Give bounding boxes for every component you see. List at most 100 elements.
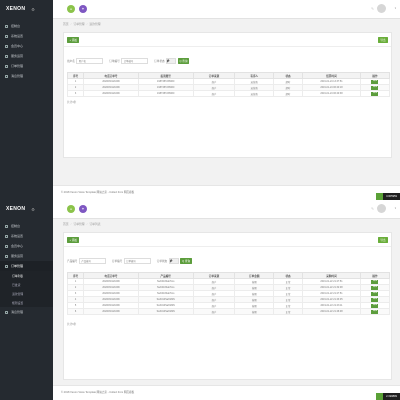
- settings-icon: [5, 34, 8, 38]
- sidebar-item-label: 服务运营: [11, 254, 24, 258]
- table-cell: Swh010SabSMN: [137, 308, 194, 315]
- search-label-order-id: 订单编号: [111, 260, 123, 263]
- dashboard-icon: [5, 224, 8, 228]
- messages-icon: [5, 74, 8, 78]
- edit-button[interactable]: 编辑: [371, 304, 379, 308]
- search-bar: 产品编号 订单编号 订单状态 全部 Q 查询: [67, 258, 193, 264]
- export-button[interactable]: 导出: [377, 237, 388, 243]
- operations-icon: [5, 254, 8, 258]
- edit-button[interactable]: 编辑: [371, 80, 379, 84]
- user-menu-chevron-icon[interactable]: ▾: [395, 207, 396, 210]
- sidebar-subitem-refunds[interactable]: 退款管理: [0, 289, 53, 298]
- gear-icon[interactable]: ⚙: [31, 207, 35, 212]
- breadcrumb-separator: /: [86, 22, 88, 26]
- sidebar-item-label: 订单管理: [11, 64, 24, 68]
- breadcrumb: 首页 / 订单管理 / 订单列表: [63, 222, 101, 226]
- sidebar-item-operations[interactable]: 服务运营: [0, 51, 53, 61]
- search-button[interactable]: Q 查询: [180, 258, 193, 264]
- breadcrumb-home[interactable]: 首页: [63, 22, 69, 26]
- sidebar-item-orders[interactable]: 订单管理: [0, 261, 53, 271]
- breadcrumb: 首页 / 订单管理 / 退款管理: [63, 22, 101, 26]
- sidebar-item-label: 会员中心: [11, 44, 24, 48]
- edit-button[interactable]: 编辑: [371, 86, 379, 90]
- table-cell: 商户: [192, 308, 236, 315]
- sidebar: XENON ⚙ 控制台 系统设置 会员中心 服务运营 订单管理 订单列表 已发货…: [0, 200, 53, 400]
- edit-button[interactable]: 编辑: [371, 286, 379, 290]
- status-select[interactable]: 全部: [166, 58, 177, 64]
- app-icon[interactable]: ✦: [79, 5, 87, 13]
- sidebar-item-orders[interactable]: 订单管理: [0, 61, 53, 71]
- sidebar-item-dashboard[interactable]: 控制台: [0, 21, 53, 31]
- edit-button[interactable]: 编辑: [371, 298, 379, 302]
- edit-button[interactable]: 编辑: [371, 292, 379, 296]
- table-row: 3 2020030121099 1987387236660 商户 运营商 超时 …: [66, 90, 391, 97]
- divider: [64, 246, 391, 247]
- gear-icon[interactable]: ⚙: [31, 7, 35, 12]
- sidebar-item-members[interactable]: 会员中心: [0, 241, 53, 251]
- app-icon[interactable]: ✦: [79, 205, 87, 213]
- breadcrumb-current: 退款管理: [89, 22, 101, 26]
- breadcrumb-orders[interactable]: 订单管理: [73, 22, 84, 26]
- add-button[interactable]: + 添加: [67, 37, 80, 43]
- user-menu-chevron-icon[interactable]: ▾: [395, 7, 396, 10]
- sidebar-item-dashboard[interactable]: 控制台: [0, 221, 53, 231]
- members-icon: [5, 44, 8, 48]
- table-cell: 2020030121099: [83, 90, 139, 97]
- operations-icon: [5, 54, 8, 58]
- sidebar-subitem-shipped[interactable]: 已发货: [0, 280, 53, 289]
- edit-button[interactable]: 编辑: [371, 280, 379, 284]
- footer-copyright: © 2018 Xenon Voice Template 网站之家 - Colle…: [61, 191, 135, 194]
- sidebar-nav: 控制台 系统设置 会员中心 服务运营 订单管理 订单列表 已发货 退款管理 规则…: [0, 218, 53, 317]
- sidebar-item-members[interactable]: 会员中心: [0, 41, 53, 51]
- table-cell: 按期: [234, 308, 275, 315]
- sidebar-item-messages[interactable]: 消息管理: [0, 307, 53, 317]
- breadcrumb-home[interactable]: 首页: [63, 222, 69, 226]
- table-cell: 运营商: [234, 90, 275, 97]
- breadcrumb-orders[interactable]: 订单管理: [73, 222, 84, 226]
- sidebar-subitem-order-list[interactable]: 订单列表: [0, 271, 53, 280]
- avatar[interactable]: [377, 204, 386, 213]
- sidebar-item-label: 系统设置: [11, 34, 24, 38]
- sidebar-subitem-rules[interactable]: 规则设置: [0, 298, 53, 307]
- add-button[interactable]: + 添加: [67, 237, 80, 243]
- product-id-input[interactable]: [78, 258, 106, 264]
- sidebar-item-messages[interactable]: 消息管理: [0, 71, 53, 81]
- table-cell: 2019-01-24 06:40:38: [302, 90, 361, 97]
- sidebar-nav: 控制台 系统设置 会员中心 服务运营 订单管理 消息管理: [0, 18, 53, 81]
- sidebar-item-label: 服务运营: [11, 54, 24, 58]
- sidebar-item-settings[interactable]: 系统设置: [0, 31, 53, 41]
- brand: XENON ⚙: [0, 200, 53, 218]
- footer: © 2018 Xenon Voice Template 网站之家 - Colle…: [53, 385, 400, 400]
- wechat-icon[interactable]: ●: [67, 205, 75, 213]
- order-id-input[interactable]: [121, 58, 149, 64]
- members-icon: [5, 244, 8, 248]
- order-id-input[interactable]: [123, 258, 151, 264]
- pencil-icon[interactable]: ✎: [371, 7, 374, 11]
- edit-button[interactable]: 编辑: [371, 92, 379, 96]
- breadcrumb-current: 订单列表: [89, 222, 101, 226]
- total-count: 共计6条: [67, 323, 77, 326]
- top-bar: ● ✦ ✎ ▾: [53, 0, 400, 19]
- search-bar: 用户名 订单编号 订单状态 全部 Q 查询: [67, 58, 190, 64]
- avatar[interactable]: [377, 4, 386, 13]
- edit-button[interactable]: 编辑: [371, 310, 379, 314]
- status-select[interactable]: 全部: [168, 258, 179, 264]
- table-cell: 正常: [273, 308, 304, 315]
- export-button[interactable]: 导出: [377, 37, 388, 43]
- sidebar-item-settings[interactable]: 系统设置: [0, 231, 53, 241]
- table-cell-action: 编辑: [359, 90, 391, 97]
- wechat-icon[interactable]: ●: [67, 5, 75, 13]
- search-button[interactable]: Q 查询: [177, 58, 190, 64]
- sidebar-item-label: 会员中心: [11, 244, 24, 248]
- sidebar-item-operations[interactable]: 服务运营: [0, 251, 53, 261]
- search-label-order-id: 订单编号: [109, 60, 120, 63]
- badge-value: 3.005959: [386, 195, 397, 198]
- sidebar: XENON ⚙ 控制台 系统设置 会员中心 服务运营 订单管理 消息管理: [0, 0, 53, 200]
- username-input[interactable]: [76, 58, 104, 64]
- pencil-icon[interactable]: ✎: [371, 207, 374, 211]
- footer: © 2018 Xenon Voice Template 网站之家 - Colle…: [53, 185, 400, 200]
- version-badge: 2.199899: [376, 393, 400, 400]
- badge-accent: [376, 393, 383, 400]
- badge-value: 2.199899: [386, 395, 397, 398]
- brand: XENON ⚙: [0, 0, 53, 18]
